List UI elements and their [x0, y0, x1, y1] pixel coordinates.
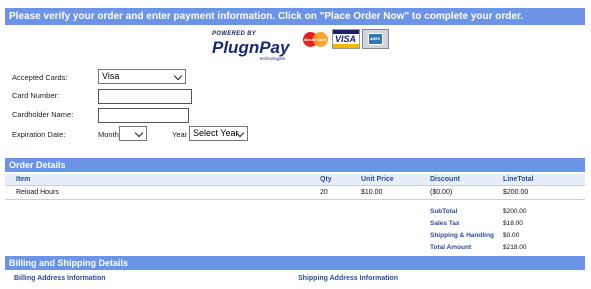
amex-text: AMEX	[370, 37, 381, 41]
visa-text: VISA	[335, 34, 357, 44]
visa-logo: VISA	[332, 29, 360, 49]
order-table-header	[5, 174, 585, 186]
brand-name: PlugnPay	[212, 38, 290, 57]
shipping-value: $0.00	[503, 232, 520, 239]
year-value: Select Year	[193, 128, 239, 138]
amex-logo: AMEX	[362, 29, 389, 49]
month-label: Month	[98, 130, 119, 139]
expiration-date-label: Expiration Date:	[12, 130, 66, 139]
brand-tagline: technologies	[260, 56, 286, 61]
month-select[interactable]	[119, 126, 147, 141]
shipping-address-heading: Shipping Address Information	[298, 275, 399, 282]
row-divider	[5, 199, 585, 200]
accepted-cards-label: Accepted Cards:	[12, 73, 68, 82]
total-amount-value: $218.00	[503, 244, 527, 251]
row-discount: ($0.00)	[430, 189, 453, 196]
chevron-down-icon	[134, 128, 144, 138]
chevron-down-icon	[173, 71, 183, 81]
row-line-total: $200.00	[503, 189, 529, 196]
row-qty: 20	[320, 189, 328, 196]
sales-tax-label: Sales Tax	[430, 220, 460, 227]
year-label: Year	[172, 130, 188, 139]
row-item: Reload Hours	[16, 189, 59, 196]
col-item: Item	[16, 176, 31, 183]
subtotal-value: $200.00	[503, 208, 527, 215]
order-details-header: Order Details	[5, 158, 585, 172]
plugnpay-logo: POWERED BY PlugnPay technologies	[208, 29, 298, 63]
mastercard-logo: MasterCard	[303, 29, 330, 49]
year-select[interactable]: Select Year	[189, 126, 248, 141]
accepted-cards-value: Visa	[102, 71, 120, 81]
billing-shipping-header: Billing and Shipping Details	[5, 256, 585, 270]
cardholder-name-label: Cardholder Name:	[12, 110, 74, 119]
col-qty: Qty	[320, 176, 332, 183]
accepted-cards-select[interactable]: Visa	[98, 69, 186, 84]
instruction-bar: Please verify your order and enter payme…	[5, 8, 585, 25]
total-amount-label: Total Amount	[430, 244, 472, 251]
card-number-label: Card Number:	[12, 91, 60, 100]
col-discount: Discount	[430, 176, 460, 183]
powered-by-text: POWERED BY	[212, 31, 257, 37]
billing-address-heading: Billing Address Information	[14, 275, 106, 282]
row-unit-price: $10.00	[361, 189, 383, 196]
card-number-input[interactable]	[98, 89, 192, 104]
subtotal-label: SubTotal	[430, 208, 458, 215]
shipping-label: Shipping & Handling	[430, 232, 494, 239]
col-line-total: LineTotal	[503, 176, 534, 183]
sales-tax-value: $18.00	[503, 220, 523, 227]
col-unit-price: Unit Price	[361, 176, 394, 183]
mastercard-text: MasterCard	[304, 37, 327, 42]
cardholder-name-input[interactable]	[98, 108, 189, 123]
